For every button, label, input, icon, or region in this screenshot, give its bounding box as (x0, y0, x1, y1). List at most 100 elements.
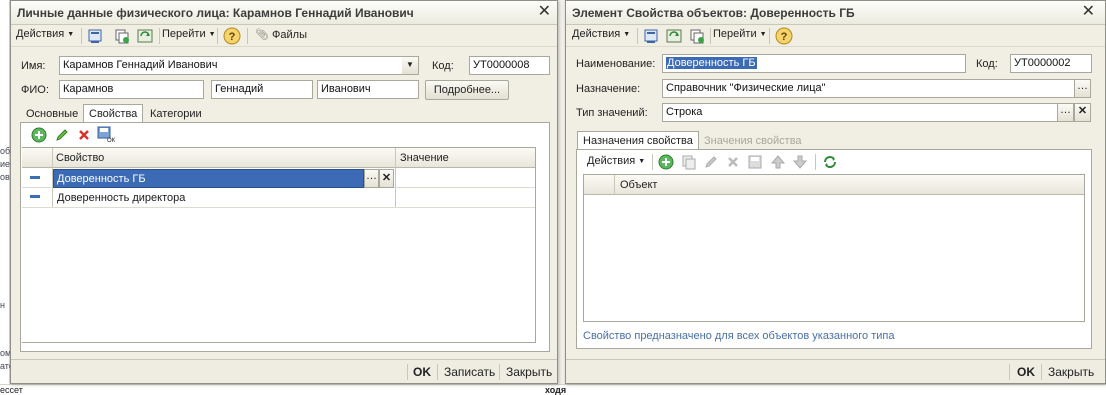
window-titlebar[interactable]: Элемент Свойства объектов: Доверенность … (566, 1, 1105, 25)
actions-menu[interactable]: Действия ▼ (16, 28, 74, 40)
toolbar: Действия ▼ Перейти ▼ ? (566, 25, 1105, 47)
row-marker-icon (30, 195, 40, 198)
refresh-icon[interactable] (137, 28, 153, 44)
separator (81, 28, 82, 44)
svg-text:?: ? (229, 31, 236, 43)
close-button[interactable]: Закрыть (1048, 365, 1094, 379)
dropdown-button[interactable]: ▼ (402, 56, 419, 75)
close-icon[interactable]: ✕ (538, 3, 551, 21)
help-icon[interactable]: ? (775, 27, 793, 45)
write-and-close-icon[interactable] (87, 28, 103, 44)
purposes-panel: Действия ▼ Объект Свойство предназначено … (576, 149, 1092, 349)
select-button[interactable]: … (364, 169, 379, 188)
separator (1009, 364, 1010, 380)
properties-panel: OK Свойство Значение Доверенность ГБ … ✕… (20, 122, 550, 352)
middle-name-field[interactable]: Иванович (317, 80, 419, 99)
column-object[interactable]: Объект (620, 179, 657, 191)
separator (437, 364, 438, 380)
ok-button[interactable]: OK (1017, 365, 1035, 379)
name-field[interactable]: Карамнов Геннадий Иванович (59, 56, 419, 75)
copy-icon[interactable] (114, 28, 130, 44)
files-button[interactable]: 📎︎ Файлы (255, 28, 307, 41)
window-footer: OK Записать Закрыть (11, 359, 557, 383)
property-cell-editing[interactable]: Доверенность ГБ (53, 169, 364, 188)
tab-property-values[interactable]: Значения свойства (699, 132, 807, 150)
separator (247, 28, 248, 44)
name-field[interactable]: Доверенность ГБ (662, 54, 966, 73)
help-icon[interactable]: ? (223, 27, 241, 45)
table-row[interactable]: Доверенность директора (22, 189, 535, 208)
delete-icon[interactable] (76, 127, 92, 143)
copy-icon[interactable] (689, 28, 705, 44)
close-icon[interactable]: ✕ (1082, 3, 1095, 21)
copy-icon[interactable] (681, 154, 697, 170)
code-field[interactable]: УТ0000002 (1010, 54, 1092, 73)
actions-menu[interactable]: Действия ▼ (587, 155, 645, 167)
name-label: Наименование: (576, 58, 656, 70)
background-window-edge: об ие ове н ом ато (0, 0, 15, 395)
property-element-window: Элемент Свойства объектов: Доверенность … (565, 0, 1106, 384)
purpose-field[interactable]: Справочник "Физические лица" (662, 79, 1075, 98)
background-window-bottom: ессет ходя (0, 384, 1106, 395)
close-button[interactable]: Закрыть (506, 365, 552, 379)
property-cell[interactable]: Доверенность директора (57, 192, 185, 204)
background-text: ие (0, 159, 11, 169)
more-button[interactable]: Подробнее... (425, 80, 509, 100)
add-icon[interactable] (31, 127, 47, 143)
add-icon[interactable] (658, 154, 674, 170)
tab-property-purposes[interactable]: Назначения свойства (577, 131, 699, 150)
separator (499, 364, 500, 380)
last-name-field[interactable]: Карамнов (59, 80, 204, 99)
window-title: Элемент Свойства объектов: Доверенность … (572, 6, 855, 20)
write-and-close-icon[interactable] (643, 28, 659, 44)
refresh-icon[interactable] (666, 28, 682, 44)
toolbar: Действия ▼ Перейти ▼ ? 📎︎ Файлы (11, 25, 557, 47)
separator (217, 28, 218, 44)
select-button[interactable]: … (1074, 79, 1091, 98)
name-label: Имя: (21, 60, 46, 72)
svg-text:?: ? (781, 31, 788, 43)
scope-hint: Свойство предназначено для всех объектов… (583, 330, 895, 342)
separator (637, 28, 638, 44)
code-label: Код: (976, 58, 998, 70)
move-down-icon[interactable] (792, 154, 808, 170)
value-type-field[interactable]: Строка (662, 103, 1058, 122)
objects-grid: Объект (583, 174, 1085, 322)
window-footer: OK Закрыть (566, 359, 1105, 383)
save-icon[interactable] (747, 154, 763, 170)
properties-grid: Свойство Значение Доверенность ГБ … ✕ До… (22, 147, 536, 343)
select-button[interactable]: … (1057, 103, 1074, 122)
tab-main[interactable]: Основные (21, 105, 83, 123)
fio-label: ФИО: (21, 84, 49, 96)
ok-button[interactable]: OK (413, 365, 431, 379)
actions-menu[interactable]: Действия ▼ (572, 28, 630, 40)
clear-button[interactable]: ✕ (379, 169, 394, 188)
window-titlebar[interactable]: Личные данные физического лица: Карамнов… (11, 1, 557, 25)
code-label: Код: (432, 60, 454, 72)
window-title: Личные данные физического лица: Карамнов… (17, 6, 414, 20)
row-marker-icon (30, 176, 40, 179)
purpose-label: Назначение: (576, 83, 641, 95)
separator (407, 364, 408, 380)
refresh-icon[interactable] (822, 154, 838, 170)
tab-properties[interactable]: Свойства (83, 104, 144, 123)
background-text: ходя (545, 385, 567, 395)
tab-categories[interactable]: Категории (145, 105, 207, 123)
code-field[interactable]: УТ0000008 (469, 56, 550, 75)
column-property[interactable]: Свойство (56, 152, 104, 164)
goto-menu[interactable]: Перейти ▼ (713, 28, 767, 40)
edit-icon[interactable] (703, 154, 719, 170)
goto-menu[interactable]: Перейти ▼ (162, 28, 216, 40)
clear-button[interactable]: ✕ (1074, 103, 1091, 122)
separator (652, 154, 653, 170)
separator (1041, 364, 1042, 380)
column-value[interactable]: Значение (400, 152, 449, 164)
edit-icon[interactable] (54, 127, 70, 143)
save-ok-icon[interactable]: OK (97, 126, 115, 143)
grid-header: Свойство Значение (22, 148, 535, 168)
save-button[interactable]: Записать (444, 365, 495, 379)
table-row[interactable]: Доверенность ГБ … ✕ (22, 169, 535, 188)
move-up-icon[interactable] (770, 154, 786, 170)
delete-icon[interactable] (725, 154, 741, 170)
first-name-field[interactable]: Геннадий (211, 80, 313, 99)
